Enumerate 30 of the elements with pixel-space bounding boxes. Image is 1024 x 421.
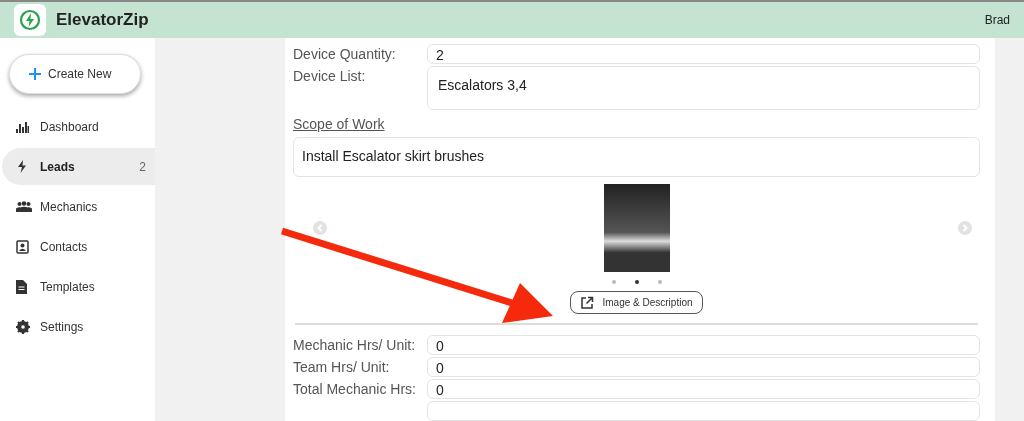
input-field[interactable]: 0 <box>427 335 980 355</box>
sidebar-item[interactable]: Mechanics <box>2 188 155 225</box>
app-logo-icon <box>14 4 46 36</box>
plus-icon <box>28 67 42 81</box>
app-name: ElevatorZip <box>56 9 149 32</box>
create-new-button[interactable]: Create New <box>9 54 141 94</box>
external-link-icon <box>580 295 595 310</box>
field-label: Device Quantity: <box>293 45 397 64</box>
settings-icon <box>16 319 32 334</box>
field-label: Device List: <box>293 67 367 86</box>
contact-card-icon <box>16 239 32 254</box>
sidebar-item[interactable]: Dashboard <box>2 108 155 145</box>
field-label: Team Hrs/ Unit: <box>293 358 391 377</box>
input-field[interactable]: 0 <box>427 357 980 377</box>
people-icon <box>16 201 32 212</box>
sidebar-item[interactable]: Settings <box>2 308 155 345</box>
sidebar-item[interactable]: Leads 2 <box>2 148 155 185</box>
input-field[interactable]: 0 <box>427 379 980 399</box>
field-label: Total Mechanic Hrs: <box>293 380 417 399</box>
sidebar-item[interactable]: Contacts <box>2 228 155 265</box>
input-field[interactable]: Escalators 3,4 <box>427 66 980 110</box>
sidebar-item[interactable]: Templates <box>2 268 155 305</box>
user-name[interactable]: Brad <box>984 11 1010 29</box>
field-label: Mechanic Hrs/ Unit: <box>293 336 417 355</box>
input-field[interactable]: 2 <box>427 44 980 64</box>
scope-heading: Scope of Work <box>293 115 386 134</box>
bar-chart-icon <box>16 120 32 133</box>
scope-field[interactable]: Install Escalator skirt brushes <box>293 137 980 178</box>
image-description-button[interactable]: Image & Description <box>570 291 703 314</box>
input-field[interactable] <box>427 401 980 421</box>
